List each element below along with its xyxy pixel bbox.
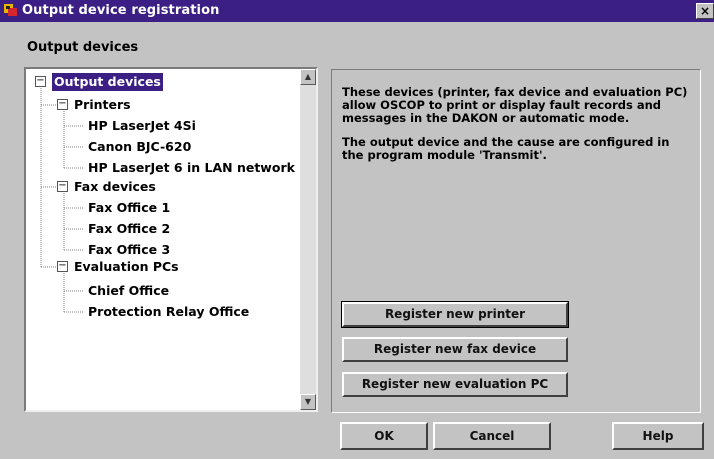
tree-node-fax-devices[interactable]: Fax devices bbox=[74, 178, 156, 196]
close-icon: × bbox=[699, 4, 711, 18]
device-tree[interactable]: − Output devices − Printers HP LaserJet … bbox=[24, 67, 318, 412]
tree-node-root[interactable]: Output devices bbox=[52, 73, 163, 91]
output-devices-group-label: Output devices bbox=[27, 40, 139, 55]
tree-node-pc-1[interactable]: Chief Office bbox=[88, 282, 169, 300]
info-paragraph-devices: These devices (printer, fax device and e… bbox=[342, 85, 688, 125]
fax-expander-icon[interactable]: − bbox=[57, 181, 68, 192]
close-button[interactable]: × bbox=[696, 3, 714, 19]
ok-button[interactable]: OK bbox=[340, 422, 428, 450]
tree-node-printer-3[interactable]: HP LaserJet 6 in LAN network bbox=[88, 159, 295, 177]
cancel-button[interactable]: Cancel bbox=[433, 422, 551, 450]
tree-node-fax-2[interactable]: Fax Office 2 bbox=[88, 220, 170, 238]
tree-node-evaluation-pcs[interactable]: Evaluation PCs bbox=[74, 258, 179, 276]
tree-node-pc-2[interactable]: Protection Relay Office bbox=[88, 303, 249, 321]
tree-scrollbar[interactable]: ▲ ▼ bbox=[300, 69, 316, 410]
root-expander-icon[interactable]: − bbox=[35, 76, 46, 87]
tree-node-fax-3[interactable]: Fax Office 3 bbox=[88, 241, 170, 259]
tree-node-fax-1[interactable]: Fax Office 1 bbox=[88, 199, 170, 217]
app-icon bbox=[4, 4, 17, 16]
title-bar[interactable]: Output device registration × bbox=[0, 0, 714, 22]
tree-node-printers[interactable]: Printers bbox=[74, 96, 131, 114]
scroll-down-icon[interactable]: ▼ bbox=[300, 394, 316, 410]
info-panel: These devices (printer, fax device and e… bbox=[331, 69, 701, 413]
window-title: Output device registration bbox=[22, 3, 220, 18]
register-evaluation-pc-button[interactable]: Register new evaluation PC bbox=[342, 372, 568, 397]
tree-node-printer-2[interactable]: Canon BJC-620 bbox=[88, 138, 191, 156]
register-printer-button[interactable]: Register new printer bbox=[341, 301, 569, 328]
evaluation-expander-icon[interactable]: − bbox=[57, 261, 68, 272]
printers-expander-icon[interactable]: − bbox=[57, 99, 68, 110]
scroll-up-icon[interactable]: ▲ bbox=[300, 69, 316, 85]
tree-node-printer-1[interactable]: HP LaserJet 4Si bbox=[88, 117, 196, 135]
info-paragraph-config: The output device and the cause are conf… bbox=[342, 135, 670, 162]
register-fax-button[interactable]: Register new fax device bbox=[342, 337, 568, 362]
dialog-window: Output device registration × Output devi… bbox=[0, 0, 714, 459]
help-button[interactable]: Help bbox=[612, 422, 704, 450]
